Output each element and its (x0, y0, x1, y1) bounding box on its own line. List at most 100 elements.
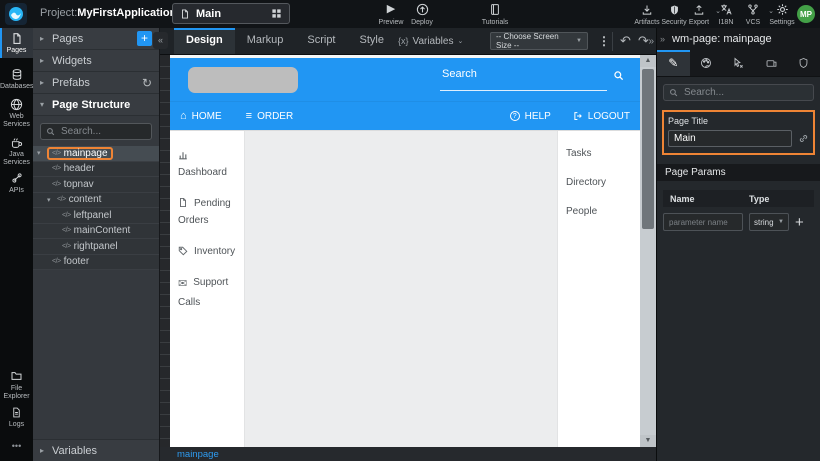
more-menu-button[interactable]: ••• (0, 438, 33, 452)
tree-item-leftpanel[interactable]: </> leftpanel (33, 208, 159, 224)
code-icon: </> (57, 196, 66, 203)
nav-home[interactable]: ⌂ HOME (180, 110, 222, 122)
right-list-item-people[interactable]: People (558, 197, 640, 226)
grid-icon[interactable] (271, 8, 282, 19)
scroll-down-button[interactable]: ▼ (640, 435, 656, 447)
page-title-input[interactable] (668, 130, 792, 147)
sidebar-item-web-services[interactable]: Web Services (0, 94, 33, 130)
scroll-up-button[interactable]: ▲ (640, 55, 656, 67)
menu-item-support-calls[interactable]: ✉Support Calls (170, 267, 244, 318)
tree-item-mainpage[interactable]: ▾ </> mainpage (33, 146, 159, 162)
tree-item-header[interactable]: </> header (33, 162, 159, 178)
add-page-button[interactable]: + (137, 31, 152, 46)
menu-item-dashboard[interactable]: Dashboard (170, 140, 244, 188)
properties-search-input[interactable] (682, 86, 808, 99)
chevron-down-icon[interactable]: ▾ (37, 149, 47, 157)
screen-size-select[interactable]: -- Choose Screen Size -- ▼ (490, 32, 588, 50)
open-page-tab[interactable]: Main (172, 3, 290, 24)
wavemaker-logo[interactable] (5, 3, 27, 25)
tab-security[interactable] (787, 50, 820, 76)
right-list-item-directory[interactable]: Directory (558, 168, 640, 197)
chevron-down-icon[interactable]: ▾ (47, 196, 57, 204)
page-rightpanel-widget[interactable]: Tasks Directory People (557, 131, 640, 447)
tab-properties[interactable]: ✎ (657, 50, 690, 76)
tab-styles[interactable] (690, 50, 723, 76)
bind-link-icon[interactable] (798, 133, 809, 144)
page-tab-label: Main (196, 8, 221, 20)
designed-page[interactable]: Search ⌂ HOME ≡ ORDER (170, 55, 640, 447)
deploy-button[interactable]: Deploy (407, 3, 437, 26)
tab-style[interactable]: Style (348, 28, 396, 54)
tab-design[interactable]: Design (174, 28, 235, 54)
sidebar-item-databases[interactable]: Databases (0, 64, 33, 91)
coffee-cup-icon (0, 135, 33, 149)
selected-node-highlight: </> mainpage (47, 147, 113, 160)
tab-device[interactable] (755, 50, 788, 76)
sidebar-item-pages[interactable]: Pages (0, 28, 33, 58)
tree-item-maincontent[interactable]: </> mainContent (33, 224, 159, 240)
page-search-input[interactable]: Search (440, 65, 607, 91)
menu-item-pending-orders[interactable]: Pending Orders (170, 188, 244, 236)
tab-events[interactable] (722, 50, 755, 76)
tree-item-content[interactable]: ▾ </> content (33, 193, 159, 209)
right-list-item-tasks[interactable]: Tasks (558, 139, 640, 168)
search-icon[interactable] (613, 70, 624, 81)
section-pages[interactable]: ▸ Pages + (33, 28, 159, 50)
expand-right-icon[interactable]: » (660, 34, 665, 44)
nav-order[interactable]: ≡ ORDER (246, 110, 294, 122)
app-logo-placeholder[interactable] (188, 67, 298, 93)
refresh-icon[interactable]: ↻ (142, 76, 152, 90)
tab-markup[interactable]: Markup (235, 28, 296, 54)
vcs-button[interactable]: ⌄ VCS (739, 3, 767, 26)
section-variables[interactable]: ▸ Variables (33, 439, 159, 461)
page-title-label: Page Title (668, 116, 809, 126)
add-param-button[interactable]: + (795, 215, 804, 230)
preview-button[interactable]: ▶ Preview (376, 3, 406, 26)
nav-help[interactable]: ? HELP (510, 111, 551, 122)
variables-fx-icon: {x} (398, 36, 409, 46)
param-type-select[interactable]: string ▼ (749, 213, 789, 231)
sidebar-item-apis[interactable]: APIs (0, 168, 33, 195)
page-params-header: Page Params (657, 164, 820, 181)
page-header-widget[interactable]: Search (170, 58, 640, 101)
tree-item-footer[interactable]: </> footer (33, 255, 159, 271)
preview-icon: ▶ (376, 3, 406, 16)
sidebar-item-file-explorer[interactable]: File Explorer (0, 366, 33, 402)
collapse-left-panel-button[interactable]: « (153, 32, 168, 49)
nav-logout[interactable]: LOGOUT (573, 111, 630, 122)
user-avatar[interactable]: MP (797, 5, 815, 23)
page-maincontent-widget[interactable] (245, 131, 557, 447)
wavemaker-studio-window: Project:MyFirstApplication › Main ▶ Prev… (0, 0, 820, 461)
redo-button[interactable]: ↷ (638, 33, 649, 49)
expand-right-panel-button[interactable]: » (648, 36, 654, 47)
i18n-button[interactable]: I18N (712, 3, 740, 26)
undo-button[interactable]: ↶ (620, 33, 631, 49)
tutorials-button[interactable]: Tutorials (477, 3, 513, 26)
canvas-scrollbar[interactable]: ▲ ▼ (640, 55, 656, 447)
tab-script[interactable]: Script (295, 28, 347, 54)
tree-item-topnav[interactable]: </> topnav (33, 177, 159, 193)
selected-widget-title: wm-page: mainpage (672, 33, 772, 45)
settings-button[interactable]: ⌄ Settings (765, 3, 799, 26)
section-prefabs[interactable]: ▸ Prefabs ↻ (33, 72, 159, 94)
scrollbar-thumb[interactable] (642, 69, 654, 229)
sidebar-item-logs[interactable]: Logs (0, 402, 33, 429)
section-widgets[interactable]: ▸ Widgets (33, 50, 159, 72)
breadcrumb-mainpage[interactable]: mainpage (177, 449, 219, 460)
more-options-button[interactable]: ⋮ (598, 34, 610, 48)
sidebar-item-java-services[interactable]: Java Services (0, 132, 33, 168)
page-leftpanel-widget[interactable]: Dashboard Pending Orders Inventory (170, 131, 245, 447)
page-structure-tree: ▾ </> mainpage </> header </> topnav ▾ <… (33, 146, 159, 270)
properties-panel: » wm-page: mainpage ✎ (656, 28, 820, 461)
code-icon: </> (52, 150, 61, 157)
page-params-column-headers: Name Type (663, 190, 814, 207)
properties-panel-header: » wm-page: mainpage (657, 28, 820, 50)
param-name-input[interactable] (663, 213, 743, 231)
variables-dropdown[interactable]: {x} Variables ⌄ (398, 36, 463, 47)
tree-item-rightpanel[interactable]: </> rightpanel (33, 239, 159, 255)
export-button[interactable]: ⌄ Export (684, 3, 714, 26)
chevron-down-icon: ▾ (40, 100, 52, 109)
structure-search-input[interactable] (59, 125, 146, 138)
section-page-structure[interactable]: ▾ Page Structure (33, 94, 159, 116)
menu-item-inventory[interactable]: Inventory (170, 236, 244, 267)
